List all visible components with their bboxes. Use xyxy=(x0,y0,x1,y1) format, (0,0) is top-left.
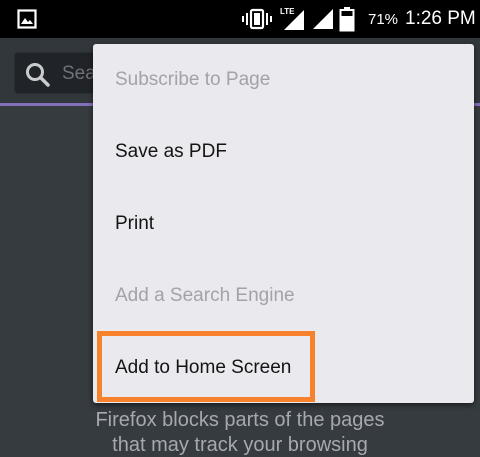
battery-icon xyxy=(339,0,355,38)
menu-item-add-search-engine[interactable]: Add a Search Engine xyxy=(93,260,474,332)
tracking-protection-text: Firefox blocks parts of the pages that m… xyxy=(0,408,480,457)
battery-percent: 71% xyxy=(368,10,399,28)
menu-item-save-as-pdf[interactable]: Save as PDF xyxy=(93,116,474,188)
page-actions-menu: Subscribe to Page Save as PDF Print Add … xyxy=(93,44,474,403)
clock-time: 1:26 PM xyxy=(405,8,476,29)
signal-icon xyxy=(311,0,335,38)
status-bar: LTE 71% 1:26 PM xyxy=(0,0,480,38)
search-icon xyxy=(25,62,51,93)
menu-item-add-to-home-screen[interactable]: Add to Home Screen xyxy=(93,332,474,404)
vibrate-icon xyxy=(242,0,272,38)
gallery-icon xyxy=(17,0,37,38)
content-line-2: that may track your browsing xyxy=(112,434,368,456)
content-line-1: Firefox blocks parts of the pages xyxy=(95,409,385,431)
menu-item-subscribe-to-page[interactable]: Subscribe to Page xyxy=(93,44,474,116)
lte-label: LTE xyxy=(280,7,295,16)
lte-signal-icon: LTE xyxy=(280,0,306,38)
menu-item-print[interactable]: Print xyxy=(93,188,474,260)
